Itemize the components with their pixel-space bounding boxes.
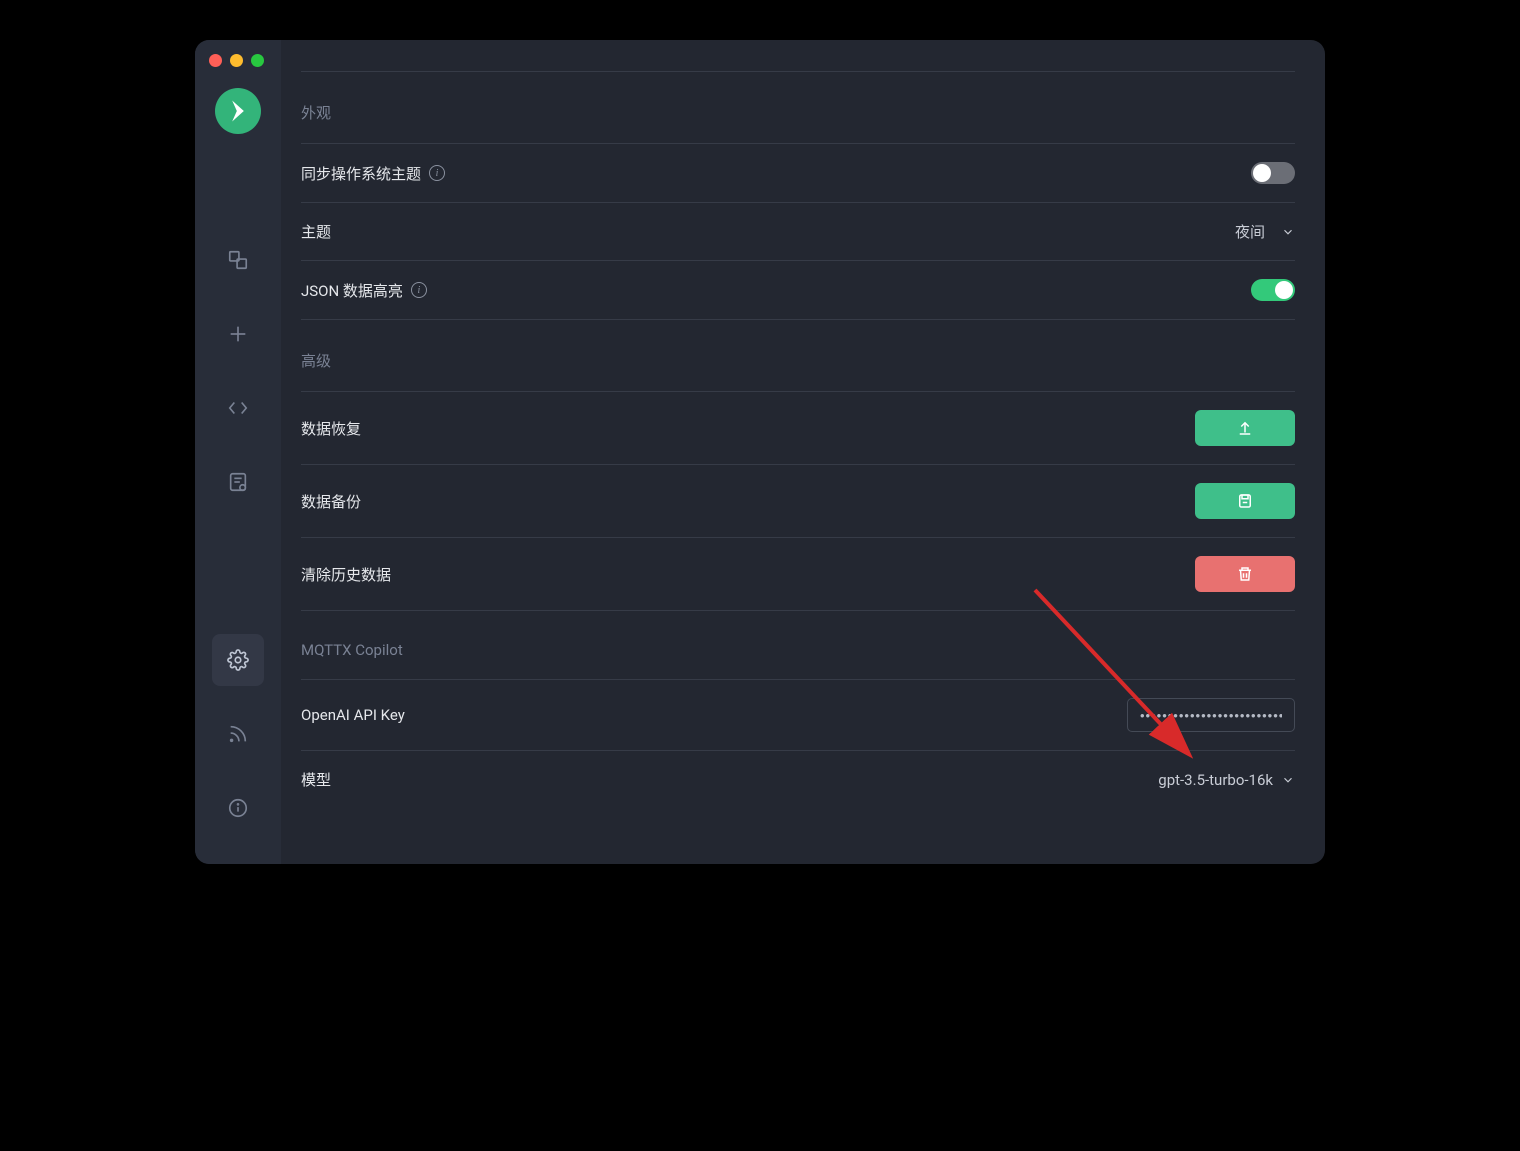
setting-row-clear-history: 清除历史数据	[301, 537, 1295, 611]
close-window-button[interactable]	[209, 54, 222, 67]
divider	[301, 60, 1295, 72]
window-controls	[209, 54, 264, 67]
maximize-window-button[interactable]	[251, 54, 264, 67]
data-backup-button[interactable]	[1195, 483, 1295, 519]
sidebar-item-about[interactable]	[212, 782, 264, 834]
setting-label: 数据备份	[301, 491, 361, 512]
data-restore-button[interactable]	[1195, 410, 1295, 446]
sidebar-item-log[interactable]	[212, 456, 264, 508]
save-icon	[1236, 492, 1254, 510]
setting-label: 数据恢复	[301, 418, 361, 439]
toggle-sync-theme[interactable]	[1251, 162, 1295, 184]
setting-label-text: 数据恢复	[301, 418, 361, 439]
select-value-text: gpt-3.5-turbo-16k	[1158, 771, 1273, 789]
sidebar-item-connections[interactable]	[212, 234, 264, 286]
sidebar-bottom	[212, 634, 264, 864]
setting-label-text: 主题	[301, 221, 331, 242]
info-icon[interactable]: i	[411, 282, 427, 298]
section-header-copilot: MQTTX Copilot	[301, 611, 1295, 679]
toggle-knob	[1253, 164, 1271, 182]
theme-select[interactable]: 夜间	[1235, 221, 1295, 242]
trash-icon	[1236, 565, 1254, 583]
setting-row-api-key: OpenAI API Key	[301, 679, 1295, 750]
setting-label-text: JSON 数据高亮	[301, 280, 403, 301]
sidebar-item-settings[interactable]	[212, 634, 264, 686]
setting-label: 主题	[301, 221, 331, 242]
setting-label-text: 数据备份	[301, 491, 361, 512]
clear-history-button[interactable]	[1195, 556, 1295, 592]
sidebar	[195, 40, 281, 864]
setting-label: 同步操作系统主题 i	[301, 163, 445, 184]
model-select[interactable]: gpt-3.5-turbo-16k	[1158, 771, 1295, 789]
upload-icon	[1236, 419, 1254, 437]
api-key-input[interactable]	[1127, 698, 1295, 732]
section-header-advanced: 高级	[301, 320, 1295, 391]
sidebar-item-new[interactable]	[212, 308, 264, 360]
setting-label: 清除历史数据	[301, 564, 391, 585]
setting-label: JSON 数据高亮 i	[301, 280, 427, 301]
select-value-text: 夜间	[1235, 221, 1265, 242]
setting-row-data-restore: 数据恢复	[301, 391, 1295, 464]
toggle-knob	[1275, 281, 1293, 299]
setting-label: OpenAI API Key	[301, 706, 405, 724]
setting-row-data-backup: 数据备份	[301, 464, 1295, 537]
section-header-appearance: 外观	[301, 72, 1295, 143]
minimize-window-button[interactable]	[230, 54, 243, 67]
setting-label-text: 模型	[301, 769, 331, 790]
setting-label-text: 同步操作系统主题	[301, 163, 421, 184]
sidebar-nav	[212, 234, 264, 634]
setting-row-sync-theme: 同步操作系统主题 i	[301, 143, 1295, 202]
sidebar-item-scripts[interactable]	[212, 382, 264, 434]
setting-label-text: OpenAI API Key	[301, 706, 405, 724]
setting-label: 模型	[301, 769, 331, 790]
toggle-json-highlight[interactable]	[1251, 279, 1295, 301]
app-window: 外观 同步操作系统主题 i 主题 夜间 JSON 数据高亮 i	[195, 40, 1325, 864]
app-logo[interactable]	[215, 88, 261, 134]
chevron-down-icon	[1281, 225, 1295, 239]
setting-row-model: 模型 gpt-3.5-turbo-16k	[301, 750, 1295, 818]
setting-label-text: 清除历史数据	[301, 564, 391, 585]
chevron-down-icon	[1281, 773, 1295, 787]
sidebar-item-feed[interactable]	[212, 708, 264, 760]
setting-row-theme: 主题 夜间	[301, 202, 1295, 260]
setting-row-json-highlight: JSON 数据高亮 i	[301, 260, 1295, 320]
settings-content: 外观 同步操作系统主题 i 主题 夜间 JSON 数据高亮 i	[281, 40, 1325, 864]
info-icon[interactable]: i	[429, 165, 445, 181]
